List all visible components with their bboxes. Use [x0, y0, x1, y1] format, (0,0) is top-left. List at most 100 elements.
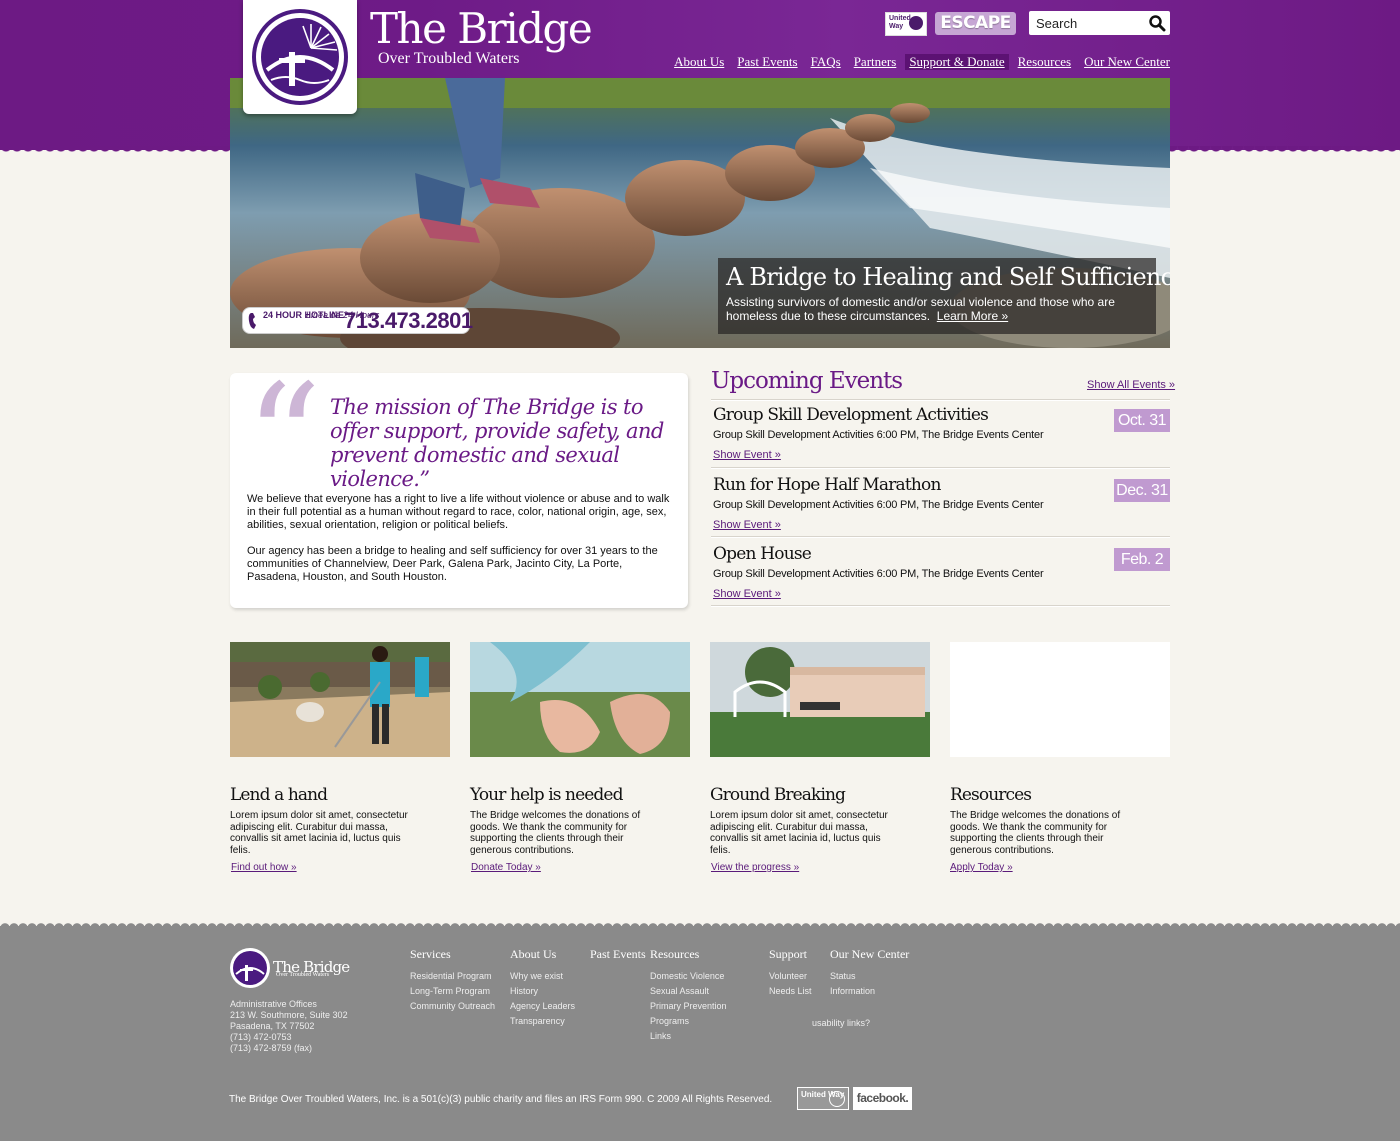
- promo-image-building[interactable]: [710, 642, 930, 757]
- footer-col-past-events[interactable]: Past Events: [590, 947, 646, 962]
- event-divider: [711, 467, 1170, 469]
- promo-image-resources[interactable]: [950, 642, 1170, 757]
- footer-list-resources: Domestic Violence Sexual Assault Primary…: [650, 969, 727, 1044]
- footer-link[interactable]: Volunteer: [769, 969, 812, 984]
- nav-partners[interactable]: Partners: [854, 54, 897, 70]
- find-out-how-link[interactable]: Find out how »: [231, 862, 297, 873]
- mission-paragraph-2: Our agency has been a bridge to healing …: [247, 545, 658, 583]
- promo-image-hands[interactable]: [470, 642, 690, 757]
- escape-button[interactable]: ESCAPE: [935, 12, 1016, 35]
- footer-link[interactable]: History: [510, 984, 575, 999]
- promo-title: Resources: [950, 785, 1032, 805]
- hero-banner: 24 HOUR HOTLINE Linea de 24 Hours 713.47…: [230, 78, 1170, 348]
- nav-support-donate[interactable]: Support & Donate: [905, 54, 1009, 70]
- search-input[interactable]: [1036, 14, 1141, 32]
- mission-paragraph-1: We believe that everyone has a right to …: [247, 493, 670, 531]
- hotline-badge[interactable]: 24 HOUR HOTLINE Linea de 24 Hours 713.47…: [242, 307, 473, 334]
- usability-links[interactable]: usability links?: [812, 1018, 870, 1028]
- footer-link[interactable]: Long-Term Program: [410, 984, 495, 999]
- brand-title[interactable]: The Bridge: [370, 8, 593, 50]
- footer-address: Administrative Offices 213 W. Southmore,…: [230, 999, 348, 1054]
- main-nav: About Us Past Events FAQs Partners Suppo…: [674, 54, 1170, 70]
- event-date-badge: Oct. 31: [1114, 409, 1170, 432]
- hotline-number[interactable]: 713.473.2801: [344, 308, 473, 334]
- nav-resources[interactable]: Resources: [1018, 54, 1071, 70]
- promo-text: The Bridge welcomes the donations of goo…: [950, 810, 1121, 856]
- event-title: Open House: [713, 544, 812, 564]
- footer-link[interactable]: Status: [830, 969, 875, 984]
- hero-caption: A Bridge to Healing and Self Sufficiency…: [718, 258, 1170, 334]
- event-date-badge: Dec. 31: [1114, 479, 1170, 502]
- footer-link[interactable]: Needs List: [769, 984, 812, 999]
- donate-today-link[interactable]: Donate Today »: [471, 862, 541, 873]
- event-title: Group Skill Development Activities: [713, 405, 989, 425]
- footer-col-services[interactable]: Services: [410, 947, 451, 962]
- footer-link[interactable]: Transparency: [510, 1014, 575, 1029]
- address-line: (713) 472-0753: [230, 1032, 292, 1042]
- bridge-logo-icon: [252, 9, 348, 105]
- united-way-emblem-icon: [829, 1091, 845, 1107]
- footer-link[interactable]: Programs: [650, 1014, 727, 1029]
- promo-title: Ground Breaking: [710, 785, 846, 805]
- promo-text: Lorem ipsum dolor sit amet, consectetur …: [710, 810, 888, 856]
- search-box: [1029, 11, 1170, 35]
- event-divider: [711, 605, 1170, 607]
- event-title: Run for Hope Half Marathon: [713, 475, 941, 495]
- event-date-badge: Feb. 2: [1114, 548, 1170, 571]
- footer-link[interactable]: Links: [650, 1029, 727, 1044]
- event-description: Group Skill Development Activities 6:00 …: [713, 499, 1044, 511]
- nav-past-events[interactable]: Past Events: [737, 54, 797, 70]
- promo-image-volunteer[interactable]: [230, 642, 450, 757]
- show-event-link[interactable]: Show Event »: [713, 588, 781, 600]
- footer-link[interactable]: Why we exist: [510, 969, 575, 984]
- footer-united-way-logo[interactable]: United Way: [797, 1087, 849, 1110]
- nav-faqs[interactable]: FAQs: [811, 54, 841, 70]
- footer-col-resources[interactable]: Resources: [650, 947, 699, 962]
- footer-logo-icon[interactable]: [229, 947, 271, 989]
- footer-list-services: Residential Program Long-Term Program Co…: [410, 969, 495, 1014]
- phone-icon: [248, 313, 256, 329]
- hero-title: A Bridge to Healing and Self Sufficiency: [726, 263, 1170, 291]
- show-event-link[interactable]: Show Event »: [713, 449, 781, 461]
- event-description: Group Skill Development Activities 6:00 …: [713, 568, 1044, 580]
- footer-brand-sub: Over Troubled Waters: [276, 972, 330, 978]
- address-line: Pasadena, TX 77502: [230, 1021, 315, 1031]
- footer-list-support: Volunteer Needs List: [769, 969, 812, 999]
- footer-link[interactable]: Community Outreach: [410, 999, 495, 1014]
- show-event-link[interactable]: Show Event »: [713, 519, 781, 531]
- show-all-events-link[interactable]: Show All Events »: [1087, 379, 1175, 391]
- footer-col-about-us[interactable]: About Us: [510, 947, 556, 962]
- address-line: (713) 472-8759 (fax): [230, 1043, 313, 1053]
- footer-link[interactable]: Primary Prevention: [650, 999, 727, 1014]
- footer-link[interactable]: Information: [830, 984, 875, 999]
- footer-link[interactable]: Residential Program: [410, 969, 495, 984]
- brand-subtitle: Over Troubled Waters: [378, 50, 520, 67]
- promo-title: Lend a hand: [230, 785, 328, 805]
- address-line: 213 W. Southmore, Suite 302: [230, 1010, 348, 1020]
- nav-our-new-center[interactable]: Our New Center: [1084, 54, 1170, 70]
- footer-link[interactable]: Agency Leaders: [510, 999, 575, 1014]
- footer-link[interactable]: Sexual Assault: [650, 984, 727, 999]
- view-the-progress-link[interactable]: View the progress »: [711, 862, 799, 873]
- event-divider: [711, 399, 1170, 401]
- hero-text: Assisting survivors of domestic and/or s…: [726, 295, 1146, 323]
- search-icon[interactable]: [1148, 14, 1166, 32]
- logo[interactable]: [243, 0, 357, 114]
- events-heading: Upcoming Events: [711, 368, 903, 394]
- event-description: Group Skill Development Activities 6:00 …: [713, 429, 1044, 441]
- footer-col-new-center[interactable]: Our New Center: [830, 947, 909, 962]
- learn-more-link[interactable]: Learn More »: [937, 309, 1008, 323]
- footer-link[interactable]: Domestic Violence: [650, 969, 727, 984]
- mission-panel: “ The mission of The Bridge is to offer …: [230, 365, 688, 608]
- promo-text: Lorem ipsum dolor sit amet, consectetur …: [230, 810, 408, 856]
- footer-col-support[interactable]: Support: [769, 947, 807, 962]
- mission-quote: The mission of The Bridge is to offer su…: [330, 395, 664, 491]
- united-way-emblem-icon: [909, 16, 923, 30]
- promo-title: Your help is needed: [470, 785, 623, 805]
- united-way-logo[interactable]: United Way: [885, 12, 927, 36]
- facebook-logo[interactable]: facebook.: [853, 1087, 912, 1110]
- footer-legal: The Bridge Over Troubled Waters, Inc. is…: [229, 1094, 773, 1105]
- hero-description: Assisting survivors of domestic and/or s…: [726, 295, 1115, 323]
- apply-today-link[interactable]: Apply Today »: [950, 862, 1013, 873]
- nav-about-us[interactable]: About Us: [674, 54, 724, 70]
